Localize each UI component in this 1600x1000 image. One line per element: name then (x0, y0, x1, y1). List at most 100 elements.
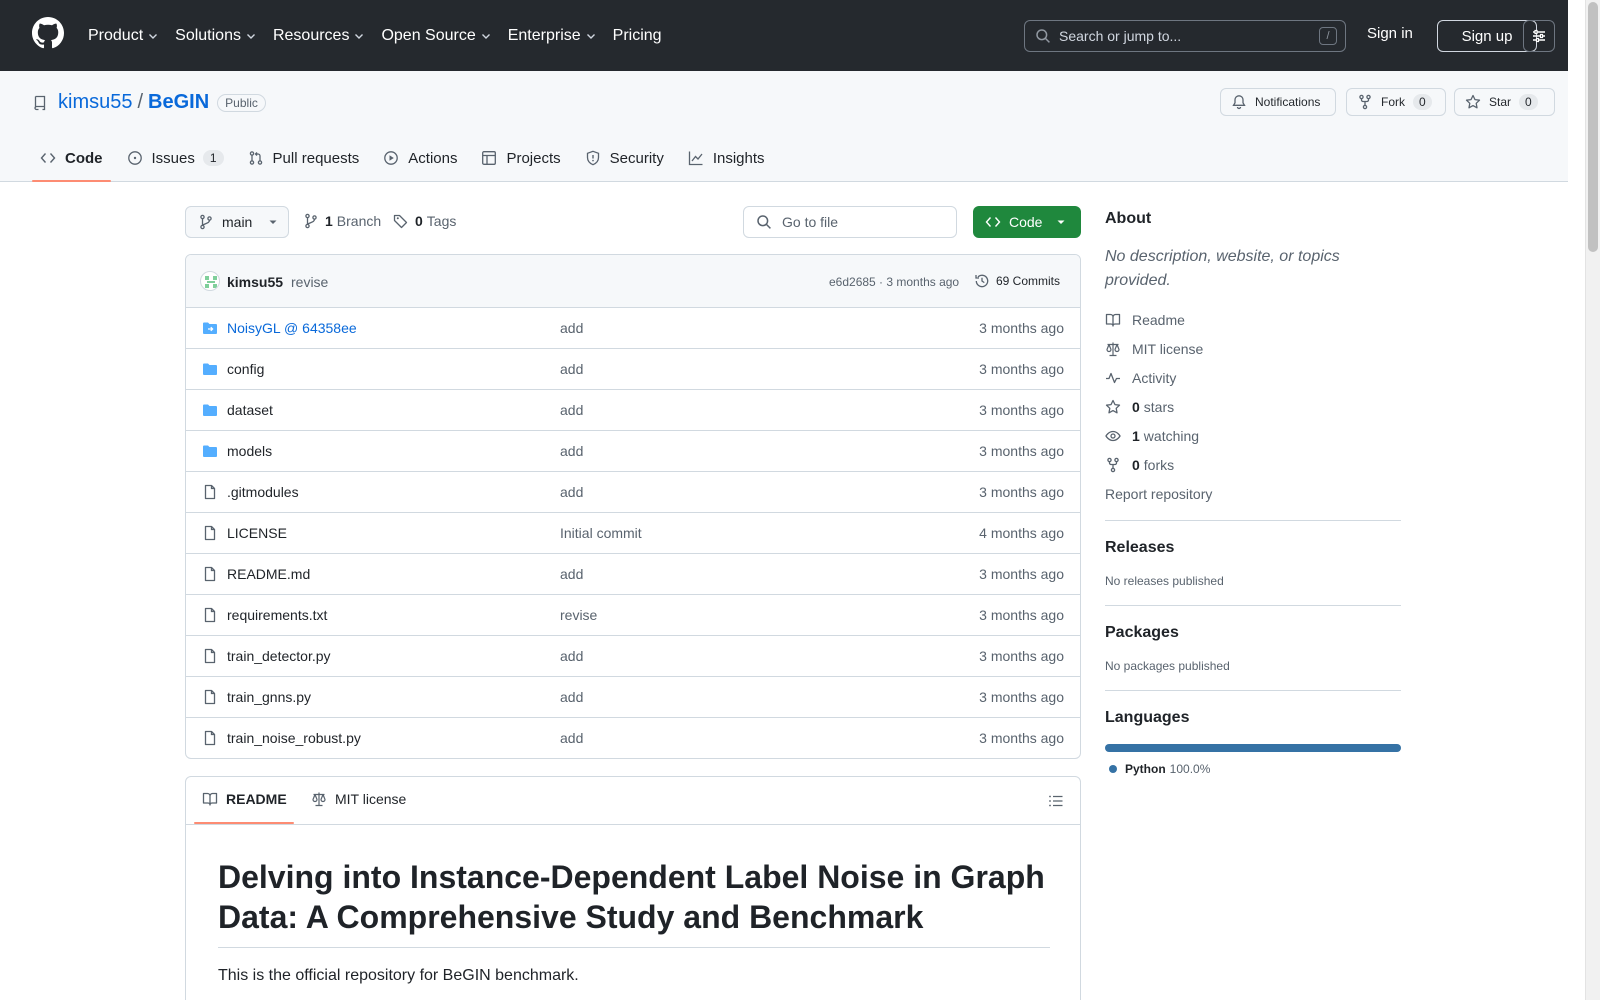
star-button[interactable]: Star 0 (1454, 88, 1555, 116)
file-name-link[interactable]: NoisyGL @ 64358ee (227, 320, 357, 336)
code-download-button[interactable]: Code (973, 206, 1081, 238)
nav-product-label: Product (88, 26, 144, 44)
table-row[interactable]: dataset add 3 months ago (186, 390, 1080, 431)
file-commit-age: 3 months ago (979, 320, 1064, 336)
file-name-link[interactable]: LICENSE (227, 525, 287, 541)
file-name-link[interactable]: config (227, 361, 264, 377)
file-icon (202, 730, 218, 746)
star-icon (1105, 399, 1121, 413)
tab-pull-requests[interactable]: Pull requests (240, 135, 368, 181)
repo-tabs: Code Issues 1 Pull requests Actions Proj… (32, 135, 781, 182)
report-repository-link[interactable]: Report repository (1105, 479, 1401, 508)
file-commit-message[interactable]: add (560, 689, 583, 705)
tab-code-label: Code (65, 149, 103, 167)
file-commit-message[interactable]: add (560, 566, 583, 582)
file-commit-message[interactable]: add (560, 320, 583, 336)
language-percent: 100.0% (1169, 762, 1211, 776)
file-commit-message[interactable]: add (560, 484, 583, 500)
tab-insights[interactable]: Insights (680, 135, 773, 181)
packages-empty-text: No packages published (1105, 659, 1230, 673)
table-row[interactable]: requirements.txt revise 3 months ago (186, 595, 1080, 636)
commit-message-link[interactable]: revise (291, 274, 328, 290)
file-name-link[interactable]: train_detector.py (227, 648, 331, 664)
tags-link[interactable]: 0 Tags (393, 213, 456, 229)
menu-button[interactable] (1523, 20, 1555, 52)
tab-actions[interactable]: Actions (375, 135, 465, 181)
notifications-button[interactable]: Notifications (1220, 88, 1336, 116)
table-row[interactable]: models add 3 months ago (186, 431, 1080, 472)
file-commit-message[interactable]: add (560, 443, 583, 459)
fork-button[interactable]: Fork 0 (1346, 88, 1446, 116)
language-item[interactable]: Python 100.0% (1105, 762, 1401, 776)
file-name-link[interactable]: README.md (227, 566, 310, 582)
table-row[interactable]: README.md add 3 months ago (186, 554, 1080, 595)
tab-issues[interactable]: Issues 1 (119, 135, 232, 181)
file-name-link[interactable]: requirements.txt (227, 607, 327, 623)
global-search-input[interactable]: Search or jump to... / (1024, 20, 1346, 52)
table-row[interactable]: NoisyGL @ 64358ee add 3 months ago (186, 308, 1080, 349)
nav-solutions[interactable]: Solutions (175, 27, 257, 45)
nav-pricing[interactable]: Pricing (613, 27, 662, 45)
readme-link[interactable]: Readme (1105, 305, 1401, 334)
file-commit-message[interactable]: add (560, 730, 583, 746)
table-row[interactable]: train_noise_robust.py add 3 months ago (186, 718, 1080, 758)
repo-owner-link[interactable]: kimsu55 (58, 91, 132, 114)
readme-intro-text: This is the official repository for BeGI… (218, 967, 579, 984)
tab-code[interactable]: Code (32, 135, 111, 182)
branches-link[interactable]: 1 Branch (303, 213, 381, 229)
file-commit-message[interactable]: revise (560, 607, 597, 623)
tab-security[interactable]: Security (577, 135, 672, 181)
stars-label: stars (1143, 398, 1175, 415)
commits-history-link[interactable]: 69 Commits (974, 273, 1060, 289)
file-list: NoisyGL @ 64358ee add 3 months ago config ad… (186, 308, 1080, 758)
nav-open-source[interactable]: Open Source (381, 27, 491, 45)
table-row[interactable]: LICENSE Initial commit 4 months ago (186, 513, 1080, 554)
file-name-link[interactable]: train_noise_robust.py (227, 730, 361, 746)
table-row[interactable]: train_detector.py add 3 months ago (186, 636, 1080, 677)
file-icon (202, 607, 218, 623)
forks-link[interactable]: 0 forks (1105, 450, 1401, 479)
nav-product[interactable]: Product (88, 27, 159, 45)
file-name-link[interactable]: dataset (227, 402, 273, 418)
file-commit-message[interactable]: add (560, 402, 583, 418)
list-unordered-icon[interactable] (1048, 793, 1064, 809)
activity-link[interactable]: Activity (1105, 363, 1401, 392)
latest-commit-bar: kimsu55 revise e6d2685 · 3 months ago 69… (186, 255, 1080, 308)
readme-tab[interactable]: README (202, 791, 287, 807)
file-commit-message[interactable]: Initial commit (560, 525, 642, 541)
nav-enterprise[interactable]: Enterprise (508, 27, 597, 45)
license-link[interactable]: MIT license (1105, 334, 1401, 363)
sign-up-button[interactable]: Sign up (1437, 20, 1537, 52)
sign-in-link[interactable]: Sign in (1367, 25, 1413, 42)
file-name-link[interactable]: .gitmodules (227, 484, 299, 500)
file-commit-age: 3 months ago (979, 648, 1064, 664)
go-to-file-input[interactable]: Go to file (743, 206, 957, 238)
fork-icon (1359, 94, 1371, 110)
commits-count-label: 69 Commits (996, 274, 1061, 288)
star-count: 0 (1519, 94, 1538, 110)
nav-resources[interactable]: Resources (273, 27, 365, 45)
table-row[interactable]: config add 3 months ago (186, 349, 1080, 390)
commit-author-link[interactable]: kimsu55 (227, 274, 283, 290)
avatar[interactable] (200, 271, 220, 291)
commit-hash-and-time[interactable]: e6d2685 · 3 months ago (829, 275, 959, 289)
github-logo-icon[interactable] (32, 17, 64, 49)
table-row[interactable]: .gitmodules add 3 months ago (186, 472, 1080, 513)
file-name-link[interactable]: models (227, 443, 272, 459)
language-name: Python (1125, 762, 1166, 776)
branch-select-button[interactable]: main (185, 206, 289, 238)
file-name-link[interactable]: train_gnns.py (227, 689, 311, 705)
repo-name-link[interactable]: BeGIN (148, 91, 209, 114)
table-row[interactable]: train_gnns.py add 3 months ago (186, 677, 1080, 718)
packages-heading[interactable]: Packages (1105, 624, 1401, 642)
releases-heading[interactable]: Releases (1105, 539, 1401, 557)
file-commit-message[interactable]: add (560, 361, 583, 377)
tab-issues-label: Issues (151, 149, 195, 167)
tab-projects[interactable]: Projects (473, 135, 568, 181)
language-color-dot (1109, 765, 1117, 773)
watchers-link[interactable]: 1 watching (1105, 421, 1401, 450)
stars-link[interactable]: 0 stars (1105, 392, 1401, 421)
file-commit-message[interactable]: add (560, 648, 583, 664)
scrollbar-thumb[interactable] (1588, 2, 1598, 252)
license-tab[interactable]: MIT license (311, 791, 406, 807)
